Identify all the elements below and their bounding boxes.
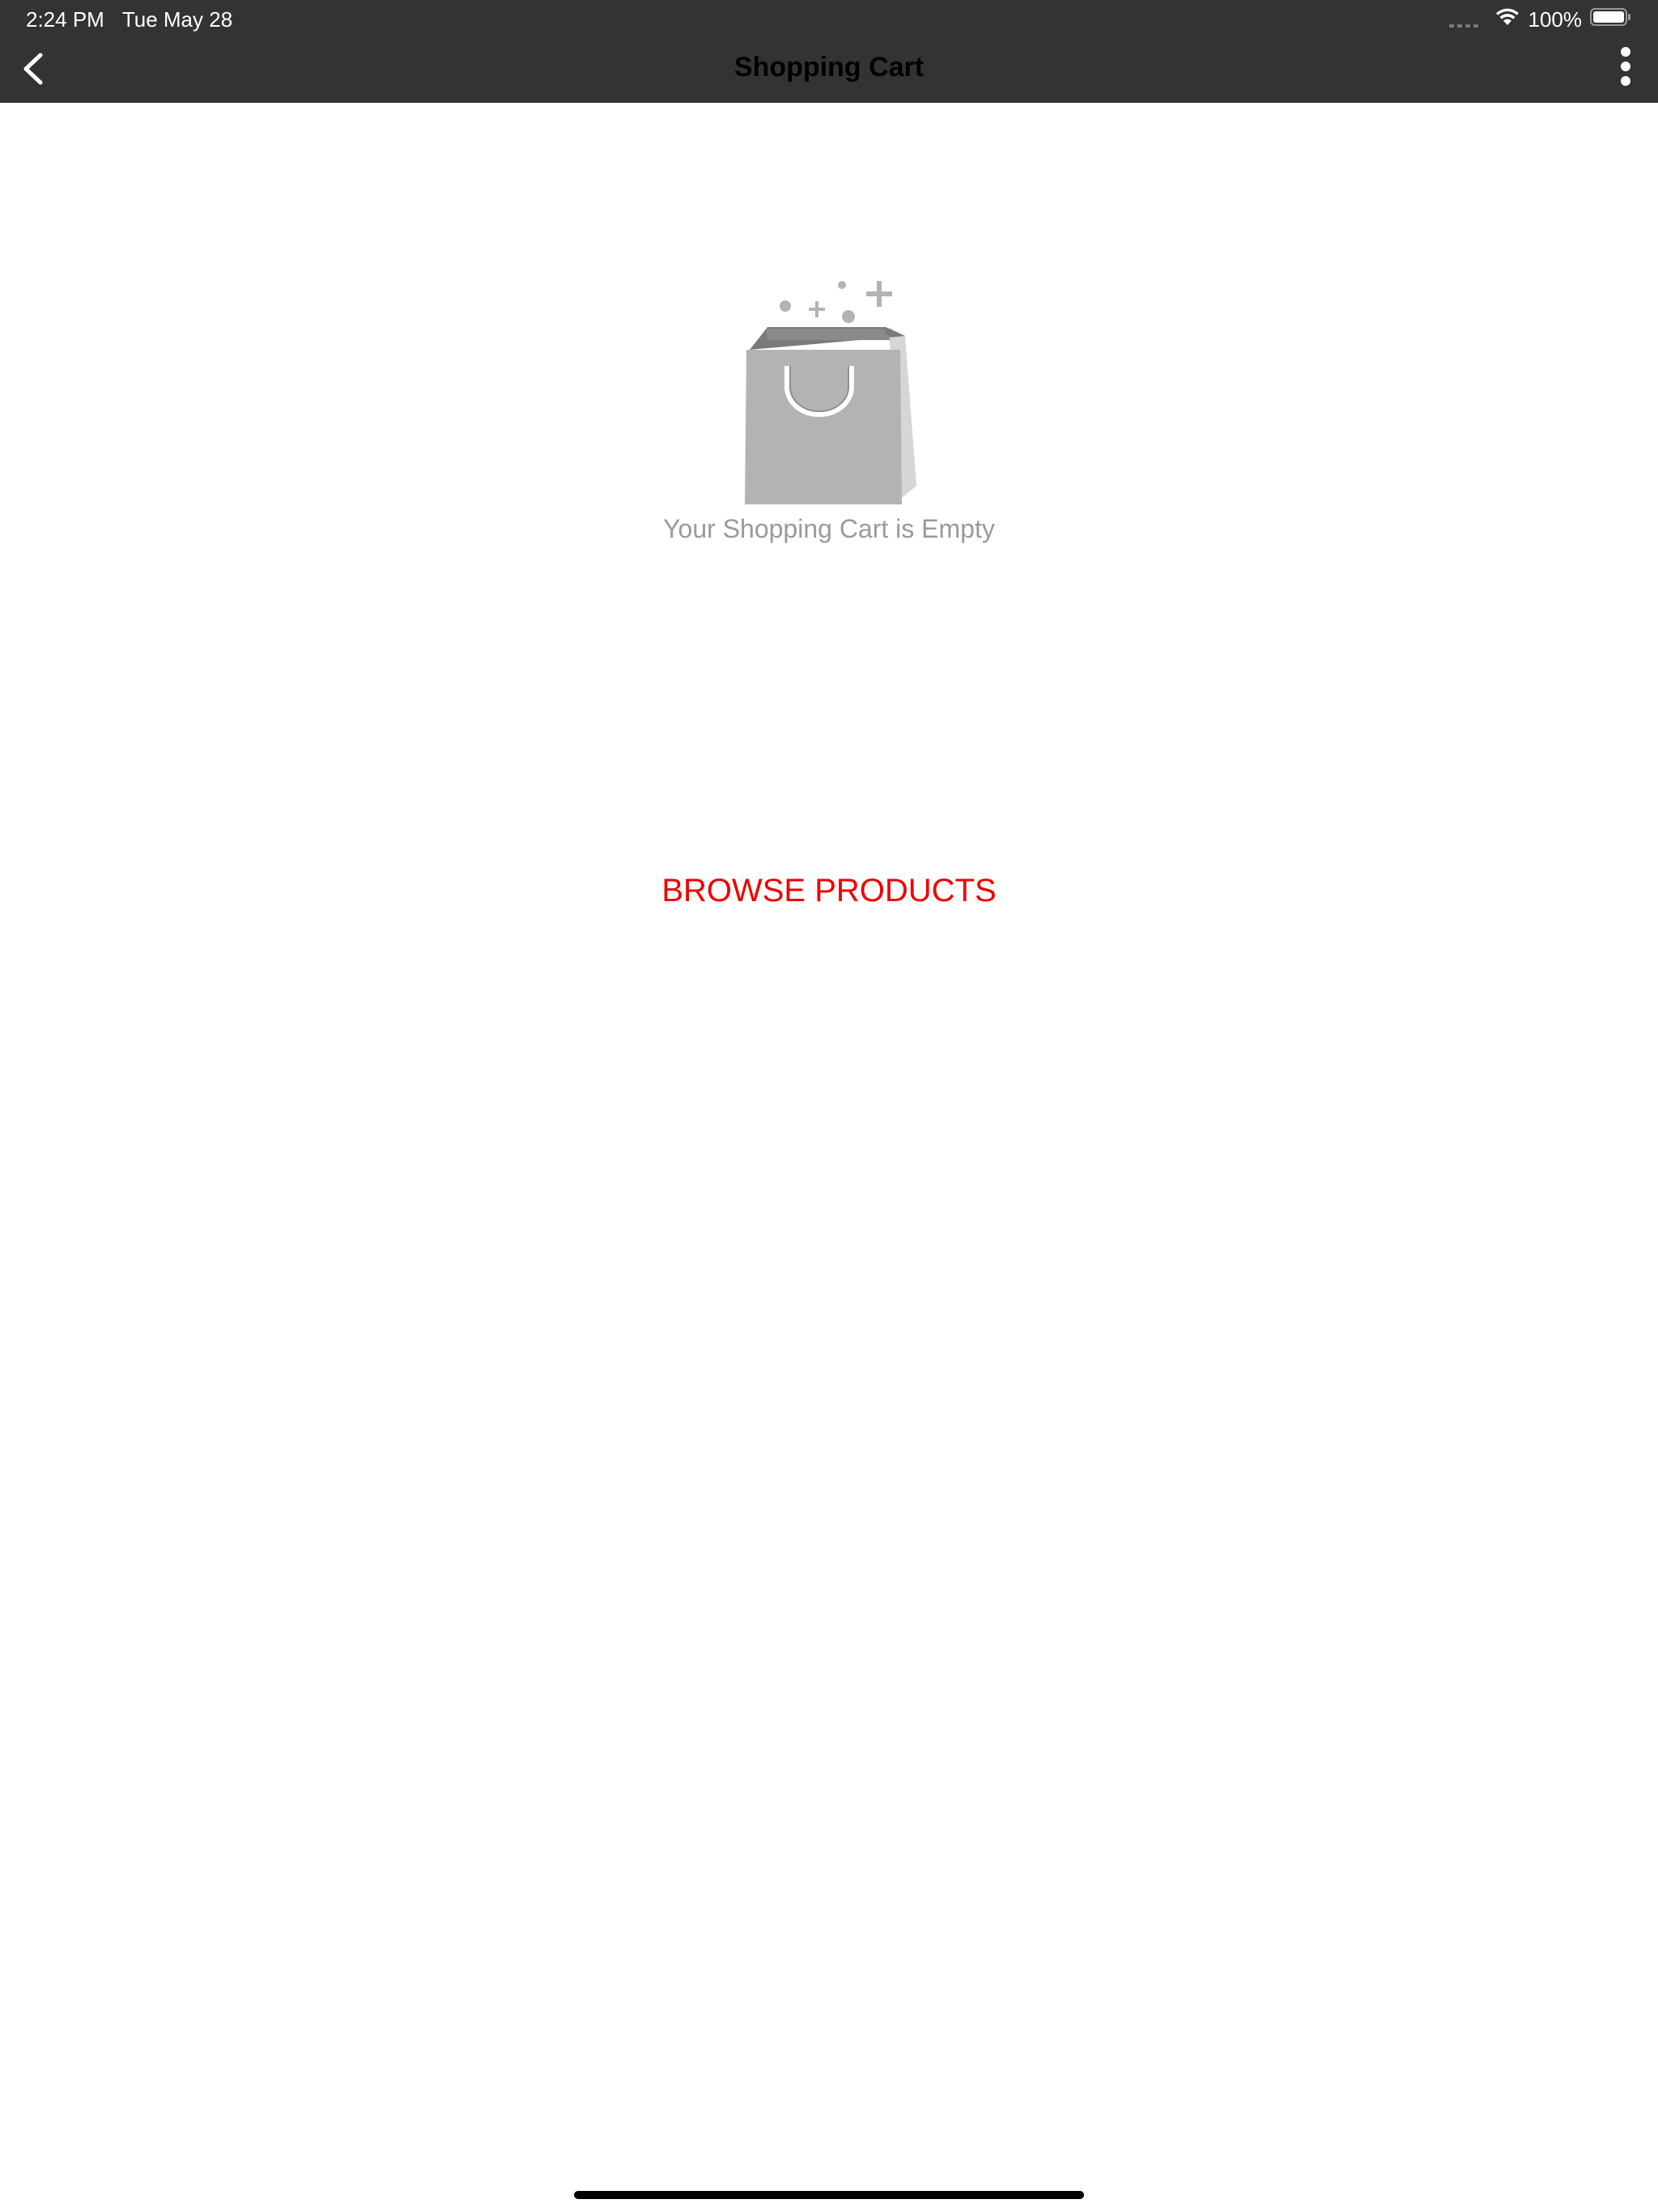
- page-title: Shopping Cart: [733, 52, 925, 83]
- browse-products-button[interactable]: BROWSE PRODUCTS: [627, 865, 1031, 917]
- battery-percentage: 100%: [1528, 6, 1583, 32]
- top-bar: 2:24 PM Tue May 28 100% Shopping Cart: [0, 0, 1658, 103]
- more-options-button[interactable]: [1601, 40, 1650, 92]
- cellular-signal-icon: [1448, 11, 1478, 28]
- empty-cart-message: Your Shopping Cart is Empty: [663, 514, 995, 543]
- wifi-icon: [1494, 7, 1520, 32]
- status-bar-right: 100%: [1448, 6, 1633, 32]
- shopping-bag-icon: [737, 275, 923, 510]
- shopping-cart-screen: 2:24 PM Tue May 28 100% Shopping Cart Yo…: [0, 0, 1658, 2212]
- status-time: 2:24 PM: [26, 7, 104, 32]
- battery-icon: [1590, 7, 1632, 32]
- status-bar-left: 2:24 PM Tue May 28: [26, 6, 232, 32]
- home-indicator[interactable]: [574, 2191, 1084, 2199]
- status-date: Tue May 28: [121, 7, 233, 32]
- more-vertical-icon: [1621, 47, 1630, 86]
